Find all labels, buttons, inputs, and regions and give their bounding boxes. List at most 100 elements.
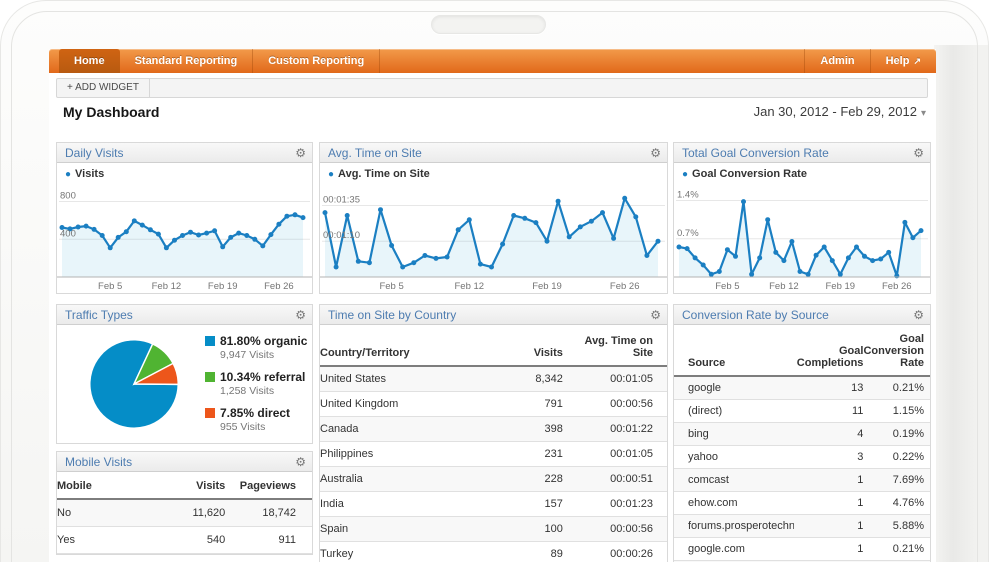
svg-text:Feb 19: Feb 19: [208, 281, 238, 292]
table-row: Turkey 89 00:00:26: [320, 542, 667, 562]
table-cell: 00:00:51: [563, 467, 667, 492]
table-cell: 00:01:23: [563, 492, 667, 517]
tab-custom-reporting[interactable]: Custom Reporting: [253, 49, 380, 73]
gear-icon[interactable]: ⚙: [650, 305, 661, 325]
widget-title: Avg. Time on Site: [328, 146, 422, 160]
column-header: Mobile: [57, 472, 164, 499]
svg-text:800: 800: [60, 191, 76, 202]
gear-icon[interactable]: ⚙: [295, 143, 306, 163]
gear-icon[interactable]: ⚙: [295, 305, 306, 325]
table-cell: 1: [794, 469, 863, 492]
table-cell: Turkey: [320, 542, 494, 562]
svg-text:0.7%: 0.7%: [677, 228, 699, 239]
date-range-selector[interactable]: Jan 30, 2012 - Feb 29, 2012▾: [754, 104, 926, 119]
legend-dot-icon: ●: [328, 169, 334, 180]
widget-header: Traffic Types ⚙: [57, 305, 312, 325]
table-cell: 4.76%: [863, 492, 930, 515]
legend-swatch-icon: [205, 336, 215, 346]
main-nav: Home Standard Reporting Custom Reporting…: [49, 49, 936, 73]
svg-text:Feb 12: Feb 12: [455, 281, 485, 292]
page-title: My Dashboard: [63, 104, 159, 120]
table-row: Canada 398 00:01:22: [320, 417, 667, 442]
table-cell: Australia: [320, 467, 494, 492]
svg-text:Feb 12: Feb 12: [769, 281, 799, 292]
table-row: forums.prosperotechnologies.com 1 5.88%: [674, 515, 930, 538]
device-frame: Home Standard Reporting Custom Reporting…: [0, 0, 989, 562]
svg-text:00:01:35: 00:01:35: [323, 194, 360, 205]
chart-legend: ●Goal Conversion Rate: [674, 163, 930, 182]
table-row: United Kingdom 791 00:00:56: [320, 392, 667, 417]
widget-goal-conversion-rate: Total Goal Conversion Rate ⚙ ●Goal Conve…: [673, 142, 931, 294]
table-cell: 100: [494, 517, 563, 542]
table-row: Philippines 231 00:01:05: [320, 442, 667, 467]
table-row: ehow.com 1 4.76%: [674, 492, 930, 515]
nav-help[interactable]: Help↗: [870, 49, 936, 73]
column-header: Country/Territory: [320, 325, 494, 366]
svg-text:Feb 26: Feb 26: [264, 281, 294, 292]
table-row: India 157 00:01:23: [320, 492, 667, 517]
table-cell: 4: [794, 423, 863, 446]
tab-home[interactable]: Home: [59, 49, 120, 73]
table-row: google.com 1 0.21%: [674, 538, 930, 561]
widget-title: Daily Visits: [65, 146, 123, 160]
pie-legend: 81.80% organic 9,947 Visits 10.34% refer…: [205, 334, 307, 442]
pie-chart-body: 81.80% organic 9,947 Visits 10.34% refer…: [57, 325, 312, 443]
table-cell: bing: [674, 423, 794, 446]
widget-header: Avg. Time on Site ⚙: [320, 143, 667, 163]
screen: Home Standard Reporting Custom Reporting…: [49, 49, 936, 562]
table-cell: 231: [494, 442, 563, 467]
widget-title: Mobile Visits: [65, 455, 132, 469]
source-table: Source Goal Completions Goal Conversion …: [674, 325, 930, 562]
table-cell: 3: [794, 446, 863, 469]
add-widget-button[interactable]: + ADD WIDGET: [57, 79, 150, 97]
table-cell: 0.22%: [863, 446, 930, 469]
gear-icon[interactable]: ⚙: [295, 452, 306, 472]
device-bezel: [934, 45, 988, 562]
svg-text:Feb 12: Feb 12: [152, 281, 182, 292]
table-row: United States 8,342 00:01:05: [320, 366, 667, 392]
gear-icon[interactable]: ⚙: [913, 143, 924, 163]
table-cell: 1: [794, 492, 863, 515]
table-cell: Spain: [320, 517, 494, 542]
table-cell: 18,742: [225, 499, 312, 527]
column-header: Visits: [164, 472, 225, 499]
table-cell: 398: [494, 417, 563, 442]
device-latch: [431, 15, 546, 34]
gear-icon[interactable]: ⚙: [913, 305, 924, 325]
nav-admin[interactable]: Admin: [804, 49, 869, 73]
widget-toolbar: + ADD WIDGET: [56, 78, 928, 98]
table-cell: 8,342: [494, 366, 563, 392]
widget-mobile-visits: Mobile Visits ⚙ Mobile Visits Pageviews …: [56, 451, 313, 555]
svg-text:Feb 5: Feb 5: [715, 281, 739, 292]
table-cell: United Kingdom: [320, 392, 494, 417]
table-row: bing 4 0.19%: [674, 423, 930, 446]
tab-standard-reporting[interactable]: Standard Reporting: [120, 49, 254, 73]
table-cell: 89: [494, 542, 563, 562]
avg-time-chart: 00:01:1000:01:35Feb 5Feb 12Feb 19Feb 26: [320, 182, 667, 293]
table-row: (direct) 11 1.15%: [674, 400, 930, 423]
legend-item-direct: 7.85% direct 955 Visits: [205, 406, 307, 433]
table-cell: 00:01:05: [563, 442, 667, 467]
legend-swatch-icon: [205, 372, 215, 382]
table-cell: 00:00:56: [563, 517, 667, 542]
table-cell: 1.15%: [863, 400, 930, 423]
table-cell: 0.21%: [863, 538, 930, 561]
widget-title: Traffic Types: [65, 308, 133, 322]
svg-text:400: 400: [60, 228, 76, 239]
table-cell: United States: [320, 366, 494, 392]
widget-title: Total Goal Conversion Rate: [682, 146, 829, 160]
table-cell: 00:00:56: [563, 392, 667, 417]
column-header: Visits: [494, 325, 563, 366]
column-header: Avg. Time on Site: [563, 325, 667, 366]
svg-text:Feb 26: Feb 26: [882, 281, 912, 292]
gear-icon[interactable]: ⚙: [650, 143, 661, 163]
widget-header: Mobile Visits ⚙: [57, 452, 312, 472]
country-table: Country/Territory Visits Avg. Time on Si…: [320, 325, 667, 562]
table-cell: yahoo: [674, 446, 794, 469]
table-cell: 7.69%: [863, 469, 930, 492]
chevron-down-icon: ▾: [921, 108, 926, 119]
table-row: Yes 540 911: [57, 527, 312, 554]
daily-visits-chart: 400800Feb 5Feb 12Feb 19Feb 26: [57, 182, 312, 293]
table-cell: 11,620: [164, 499, 225, 527]
nav-spacer: [380, 49, 804, 73]
